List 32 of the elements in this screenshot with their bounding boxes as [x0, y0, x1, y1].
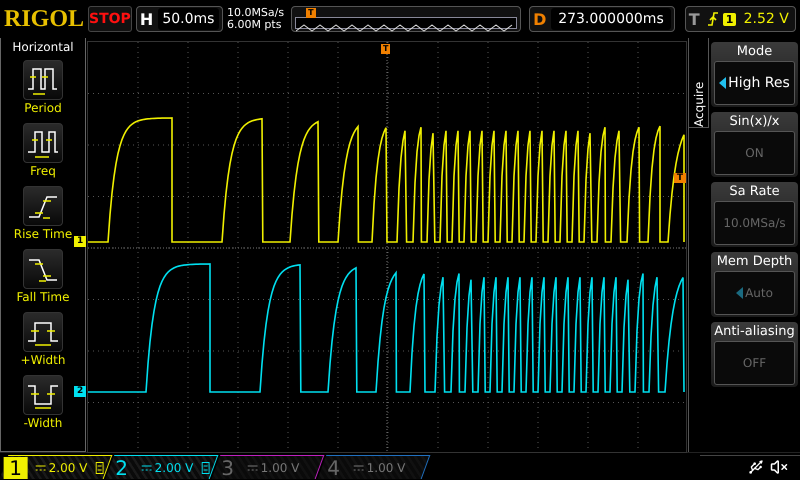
channel-tab[interactable]: 1 2.00 V	[0, 454, 112, 478]
channel-tab[interactable]: 4 1.00 V	[318, 454, 430, 478]
trigger-source-badge: 1	[722, 12, 736, 26]
menu-softkey[interactable]: Mode High Res	[711, 42, 798, 107]
delay-box[interactable]: D 273.000000ms	[529, 6, 675, 32]
channel-tab[interactable]: 2 2.00 V	[106, 454, 218, 478]
rising-edge-icon	[706, 11, 719, 27]
dc-coupling-icon	[142, 464, 152, 470]
channel-marker: 2	[74, 386, 86, 397]
menu-title: Acquire	[692, 80, 706, 127]
dc-coupling-icon	[36, 464, 46, 470]
channel-tab[interactable]: 3 1.00 V	[212, 454, 324, 478]
trigger-box[interactable]: T 1 2.52 V	[684, 6, 796, 32]
brand-logo: RIGOL	[4, 6, 84, 32]
dc-coupling-icon	[354, 464, 364, 470]
usb-icon	[748, 459, 764, 475]
measure-button[interactable]: Rise Time	[14, 186, 72, 241]
trigger-level-marker: T	[674, 173, 686, 183]
timebase-box[interactable]: H 50.0ms	[136, 6, 223, 32]
selector-arrow-icon	[719, 77, 726, 89]
memory-depth: 6.00M pts	[226, 19, 282, 31]
trigger-position-marker: T	[381, 44, 390, 54]
run-stop-status[interactable]: STOP	[88, 6, 132, 32]
bandwidth-limit-icon	[202, 461, 210, 473]
mute-icon[interactable]	[770, 458, 788, 476]
sample-rate: 10.0MSa/s	[226, 7, 286, 19]
selector-arrow-icon	[736, 287, 744, 299]
panel-title: Horizontal	[12, 40, 74, 54]
channel-marker: 1	[74, 236, 86, 247]
bandwidth-limit-icon	[96, 461, 104, 473]
dc-coupling-icon	[248, 464, 258, 470]
trigger-position-marker: T	[306, 8, 316, 18]
